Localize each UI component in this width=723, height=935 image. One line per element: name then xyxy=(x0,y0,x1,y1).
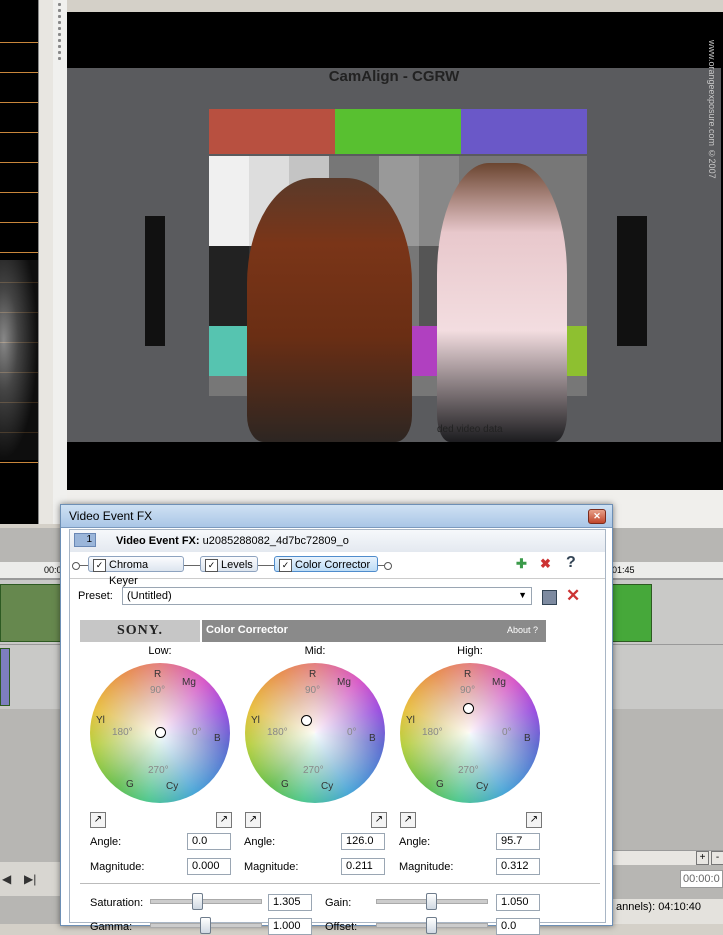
preset-row: Preset: (Untitled) ▼ ✕ xyxy=(70,584,605,610)
event-number-badge: 1 xyxy=(74,533,96,547)
mid-angle-field[interactable]: 126.0 xyxy=(341,833,385,850)
plugin-title: Color Corrector xyxy=(206,624,288,636)
offset-field[interactable]: 0.0 xyxy=(496,918,540,935)
fx-title: Video Event FX: u2085288082_4d7bc72809_o xyxy=(116,535,349,547)
chart-title-text: CamAlign - CGRW xyxy=(328,68,460,85)
plugin-chain: ✓ Chroma Keyer ✓ Levels ✓ Color Corrector ✚… xyxy=(70,552,605,587)
gain-slider-thumb[interactable] xyxy=(426,893,437,910)
fx-header: 1 Video Event FX: u2085288082_4d7bc72809… xyxy=(70,530,605,553)
saturation-label: Saturation: xyxy=(90,897,144,909)
help-icon[interactable]: ? xyxy=(566,554,576,572)
fx-label: Video Event FX: xyxy=(116,535,200,547)
video-event-fx-dialog: Video Event FX ✕ 1 Video Event FX: u2085… xyxy=(60,504,613,935)
magnitude-label: Magnitude: xyxy=(90,861,145,873)
chain-item-levels[interactable]: ✓ Levels xyxy=(200,556,258,572)
high-magnitude-field[interactable]: 0.312 xyxy=(496,858,540,875)
eyedropper-icon[interactable]: ↗ xyxy=(245,812,261,828)
dialog-title-bar[interactable]: Video Event FX ✕ xyxy=(61,505,612,528)
angle-label: Angle: xyxy=(244,836,276,848)
close-icon[interactable]: ✕ xyxy=(588,509,606,524)
chain-item-chroma-keyer[interactable]: ✓ Chroma Keyer xyxy=(88,556,184,587)
horizontal-scrollbar[interactable]: + - xyxy=(612,850,723,865)
wheel-high-handle[interactable] xyxy=(463,703,474,714)
chain-end-node xyxy=(384,562,392,570)
about-link[interactable]: About ? xyxy=(507,625,538,635)
low-magnitude-field[interactable]: 0.000 xyxy=(187,858,231,875)
color-wheel-mid[interactable]: R Mg Yl B G Cy 90° 180° 0° 270° xyxy=(245,663,385,803)
eyedropper-icon[interactable]: ↗ xyxy=(90,812,106,828)
eyedropper-icon[interactable]: ↗ xyxy=(216,812,232,828)
saturation-slider[interactable] xyxy=(150,899,262,904)
mid-magnitude-field[interactable]: 0.211 xyxy=(341,858,385,875)
timeline-clip[interactable] xyxy=(0,648,10,706)
wheel-high-title: High: xyxy=(457,645,483,657)
splitter-grip[interactable] xyxy=(53,0,67,524)
saturation-slider-thumb[interactable] xyxy=(192,893,203,910)
add-plugin-icon[interactable]: ✚ xyxy=(516,556,527,572)
timeline-clip[interactable] xyxy=(612,584,652,642)
chain-item-color-corrector[interactable]: ✓ Color Corrector xyxy=(274,556,378,572)
preset-dropdown[interactable]: (Untitled) ▼ xyxy=(122,587,532,605)
eyedropper-icon[interactable]: ↗ xyxy=(400,812,416,828)
ruler-start-time: 00:0 xyxy=(44,565,62,575)
preset-value: (Untitled) xyxy=(127,590,172,602)
gain-field[interactable]: 1.050 xyxy=(496,894,540,911)
zoom-in-icon[interactable]: + xyxy=(696,851,709,865)
high-angle-field[interactable]: 95.7 xyxy=(496,833,540,850)
timecode-field[interactable]: 00:00:0 xyxy=(680,870,723,888)
dialog-title: Video Event FX xyxy=(69,509,153,523)
color-wheel-low[interactable]: R Mg Yl B G Cy 90° 180° 0° 270° xyxy=(90,663,230,803)
checkbox-icon[interactable]: ✓ xyxy=(205,559,218,572)
scope-scrollbar[interactable] xyxy=(38,0,53,524)
timeline-clip[interactable] xyxy=(0,584,62,642)
chart-caption: ded video data xyxy=(437,424,503,435)
save-preset-icon[interactable] xyxy=(542,590,557,605)
skip-end-icon[interactable]: ▶| xyxy=(24,872,36,886)
waveform-scope xyxy=(0,0,38,524)
preset-label: Preset: xyxy=(78,590,113,602)
chain-item-label: Color Corrector xyxy=(295,559,371,571)
wheel-low-title: Low: xyxy=(148,645,172,657)
checkbox-icon[interactable]: ✓ xyxy=(93,559,106,572)
gamma-slider-thumb[interactable] xyxy=(200,917,211,934)
eyedropper-icon[interactable]: ↗ xyxy=(371,812,387,828)
plugin-header-bar: SONY. Color Corrector About ? xyxy=(80,620,546,642)
offset-label: Offset: xyxy=(325,921,358,933)
transport-bar: ◀ ▶| xyxy=(0,862,62,896)
zoom-out-icon[interactable]: - xyxy=(711,851,723,865)
magnitude-label: Magnitude: xyxy=(244,861,299,873)
gamma-field[interactable]: 1.000 xyxy=(268,918,312,935)
divider xyxy=(80,883,600,884)
eyedropper-icon[interactable]: ↗ xyxy=(526,812,542,828)
chevron-down-icon[interactable]: ▼ xyxy=(518,590,527,600)
chain-item-label: Chroma Keyer xyxy=(109,559,149,587)
angle-label: Angle: xyxy=(399,836,431,848)
low-angle-field[interactable]: 0.0 xyxy=(187,833,231,850)
wheel-mid-title: Mid: xyxy=(304,645,326,657)
wheel-low-handle[interactable] xyxy=(155,727,166,738)
gamma-label: Gamma: xyxy=(90,921,133,933)
remove-plugin-icon[interactable]: ✖ xyxy=(540,556,551,572)
color-wheel-high[interactable]: R Mg Yl B G Cy 90° 180° 0° 270° xyxy=(400,663,540,803)
chain-item-label: Levels xyxy=(221,559,253,571)
dialog-body: 1 Video Event FX: u2085288082_4d7bc72809… xyxy=(69,529,606,935)
delete-preset-icon[interactable]: ✕ xyxy=(566,586,580,606)
magnitude-label: Magnitude: xyxy=(399,861,454,873)
sony-logo: SONY. xyxy=(80,620,202,642)
angle-label: Angle: xyxy=(90,836,122,848)
ruler-end-time: 01:45 xyxy=(612,565,635,575)
chain-start-node xyxy=(72,562,80,570)
saturation-field[interactable]: 1.305 xyxy=(268,894,312,911)
checkbox-icon[interactable]: ✓ xyxy=(279,559,292,572)
fx-name: u2085288082_4d7bc72809_o xyxy=(202,535,349,547)
wheel-mid-handle[interactable] xyxy=(301,715,312,726)
gain-label: Gain: xyxy=(325,897,352,909)
status-text: annels): 04:10:40 xyxy=(612,899,723,924)
offset-slider-thumb[interactable] xyxy=(426,917,437,934)
watermark-text: www.orangeexposure.com ©2007 xyxy=(707,40,717,179)
rewind-icon[interactable]: ◀ xyxy=(2,872,11,886)
video-preview-frame: CamAlign - CGRW ded video data xyxy=(67,68,721,442)
